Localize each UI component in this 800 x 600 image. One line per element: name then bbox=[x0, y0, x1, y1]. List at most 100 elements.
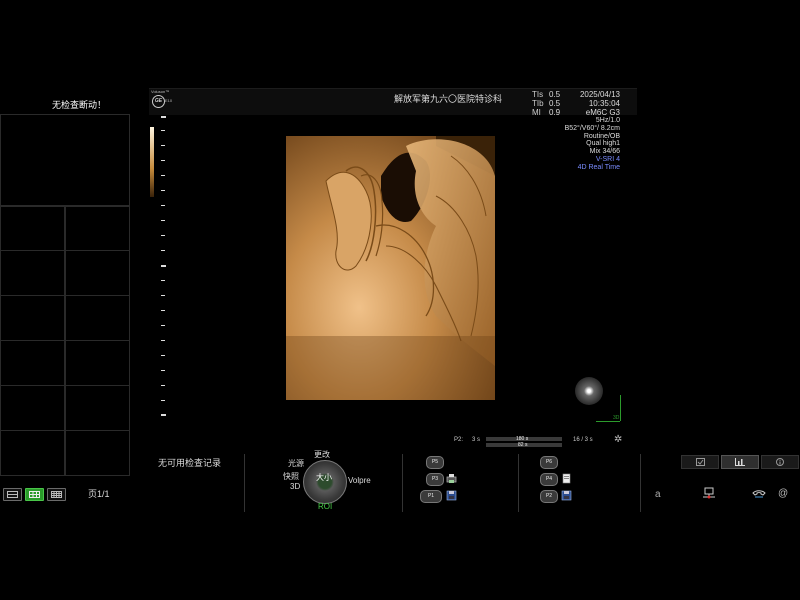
thumbnail-slot[interactable] bbox=[65, 205, 130, 251]
ge-logo-icon: GE bbox=[152, 95, 165, 108]
snapshot-button[interactable]: 快照 bbox=[283, 471, 299, 482]
thumbnail-slot-large[interactable] bbox=[0, 114, 130, 207]
no-exam-warning: 无检查断动！ bbox=[52, 100, 107, 110]
volpre-button[interactable]: Volpre bbox=[348, 476, 371, 485]
thumbnail-slot[interactable] bbox=[65, 385, 130, 431]
size-button[interactable]: 大小 bbox=[312, 472, 336, 483]
date: 2025/04/13 bbox=[579, 90, 620, 99]
probe-name: eM6C G3 bbox=[585, 108, 620, 117]
thumbnail-slot[interactable] bbox=[65, 250, 130, 296]
tab-info[interactable] bbox=[761, 455, 799, 469]
param-row: TIb 0.5 bbox=[532, 99, 561, 108]
thumbnail-slot[interactable] bbox=[65, 430, 130, 476]
p5-button[interactable]: P5 bbox=[426, 456, 444, 469]
info-line: 5Hz/1.0 bbox=[595, 117, 620, 124]
scale-tick bbox=[161, 190, 165, 191]
save-icon[interactable] bbox=[446, 490, 457, 501]
cine-progress-bar[interactable]: 180 s bbox=[486, 436, 562, 442]
info-line: Routine/OB bbox=[583, 132, 620, 140]
divider bbox=[640, 454, 641, 512]
scale-tick bbox=[161, 220, 165, 221]
axis-x bbox=[596, 421, 620, 422]
scale-tick bbox=[161, 205, 165, 206]
info-icon bbox=[776, 458, 784, 466]
thumbnail-slot[interactable] bbox=[65, 295, 130, 341]
thumbnail-slot[interactable] bbox=[0, 340, 65, 386]
gear-icon[interactable]: ✲ bbox=[614, 434, 622, 445]
scale-tick bbox=[161, 250, 165, 251]
p4-button[interactable]: P4 bbox=[540, 473, 558, 486]
param-row: TIs 0.5 bbox=[532, 90, 561, 99]
printer-icon[interactable] bbox=[446, 473, 457, 484]
scale-tick bbox=[161, 370, 165, 371]
cine-frame-indicator: 16 / 3 s bbox=[573, 437, 593, 443]
p1-button[interactable]: P1 bbox=[420, 490, 442, 503]
gray-map-bar bbox=[150, 127, 154, 197]
scale-tick bbox=[161, 310, 165, 311]
layout-2x1-button[interactable] bbox=[3, 488, 22, 501]
page-indicator: 页1/1 bbox=[88, 489, 110, 499]
scale-tick bbox=[161, 175, 165, 176]
scale-tick bbox=[161, 355, 165, 356]
scale-tick bbox=[161, 160, 165, 161]
scale-tick bbox=[161, 325, 165, 326]
divider bbox=[402, 454, 403, 512]
save-icon[interactable] bbox=[561, 490, 572, 501]
scale-tick bbox=[161, 385, 165, 386]
phone-icon[interactable] bbox=[752, 489, 766, 499]
p6-button[interactable]: P6 bbox=[540, 456, 558, 469]
layout-4x3-button[interactable] bbox=[47, 488, 66, 501]
no-records-text: 无可用检查记录 bbox=[158, 458, 222, 468]
scale-tick bbox=[161, 145, 165, 146]
divider bbox=[518, 454, 519, 512]
cine-progress-bar[interactable]: 82 s bbox=[486, 442, 562, 448]
scale-tick bbox=[161, 400, 165, 401]
roi-button[interactable]: ROI bbox=[318, 502, 332, 511]
info-line: Mix 34/66 bbox=[589, 148, 620, 156]
p3-button[interactable]: P3 bbox=[426, 473, 444, 486]
scale-tick bbox=[161, 130, 165, 131]
scale-tick bbox=[161, 116, 166, 118]
scale-tick bbox=[161, 265, 166, 267]
info-line-blue: 4D Real Time bbox=[577, 163, 620, 171]
info-line: Qual high1 bbox=[586, 140, 620, 148]
layout-3x2-button[interactable] bbox=[25, 488, 44, 501]
info-line-blue: V-SRI 4 bbox=[595, 155, 620, 163]
network-monitor-icon[interactable] bbox=[702, 487, 716, 501]
layout-buttons bbox=[3, 488, 66, 501]
cine-speed: 3 s bbox=[472, 437, 481, 443]
thumbnail-slot[interactable] bbox=[0, 385, 65, 431]
probe-small-label: E10 bbox=[165, 98, 173, 103]
thumbnail-slot[interactable] bbox=[0, 430, 65, 476]
at-icon[interactable]: @ bbox=[778, 488, 788, 499]
thumbnail-slot[interactable] bbox=[65, 340, 130, 386]
thumbnail-slot[interactable] bbox=[0, 205, 65, 251]
tab-chart[interactable] bbox=[721, 455, 759, 469]
thumbnail-grid bbox=[0, 114, 130, 478]
hospital-name: 解放军第九六〇医院特诊科 bbox=[394, 94, 503, 104]
scale-tick bbox=[161, 340, 165, 341]
scale-tick bbox=[161, 414, 166, 416]
info-line: B52°/V60°/ 8.2cm bbox=[564, 124, 620, 132]
light-source-button[interactable]: 光源 bbox=[288, 458, 304, 469]
chart-icon bbox=[735, 458, 745, 466]
p2-button[interactable]: P2 bbox=[540, 490, 558, 503]
date-time: 2025/04/13 10:35:04 eM6C G3 bbox=[578, 90, 620, 117]
orientation-ball-icon[interactable] bbox=[575, 377, 603, 405]
3d-button[interactable]: 3D bbox=[290, 482, 300, 491]
divider bbox=[244, 454, 245, 512]
orientation-label: 3D bbox=[613, 415, 620, 421]
axis-y bbox=[620, 395, 621, 421]
image-info: 5Hz/1.0 B52°/V60°/ 8.2cm Routine/OB Qual… bbox=[565, 117, 620, 172]
thumbnail-slot[interactable] bbox=[0, 295, 65, 341]
tab-checklist[interactable] bbox=[681, 455, 719, 469]
safety-params: TIs 0.5 TIb 0.5 MI 0.9 bbox=[532, 90, 560, 117]
scale-tick bbox=[161, 235, 165, 236]
thumbnail-slot[interactable] bbox=[0, 250, 65, 296]
ultrasound-3d-render[interactable] bbox=[286, 136, 495, 400]
change-button[interactable]: 更改 bbox=[314, 449, 330, 460]
scale-tick bbox=[161, 295, 165, 296]
document-print-icon[interactable] bbox=[561, 473, 572, 484]
param-row: MI 0.9 bbox=[532, 108, 561, 117]
annotation-icon[interactable]: a bbox=[655, 489, 661, 500]
